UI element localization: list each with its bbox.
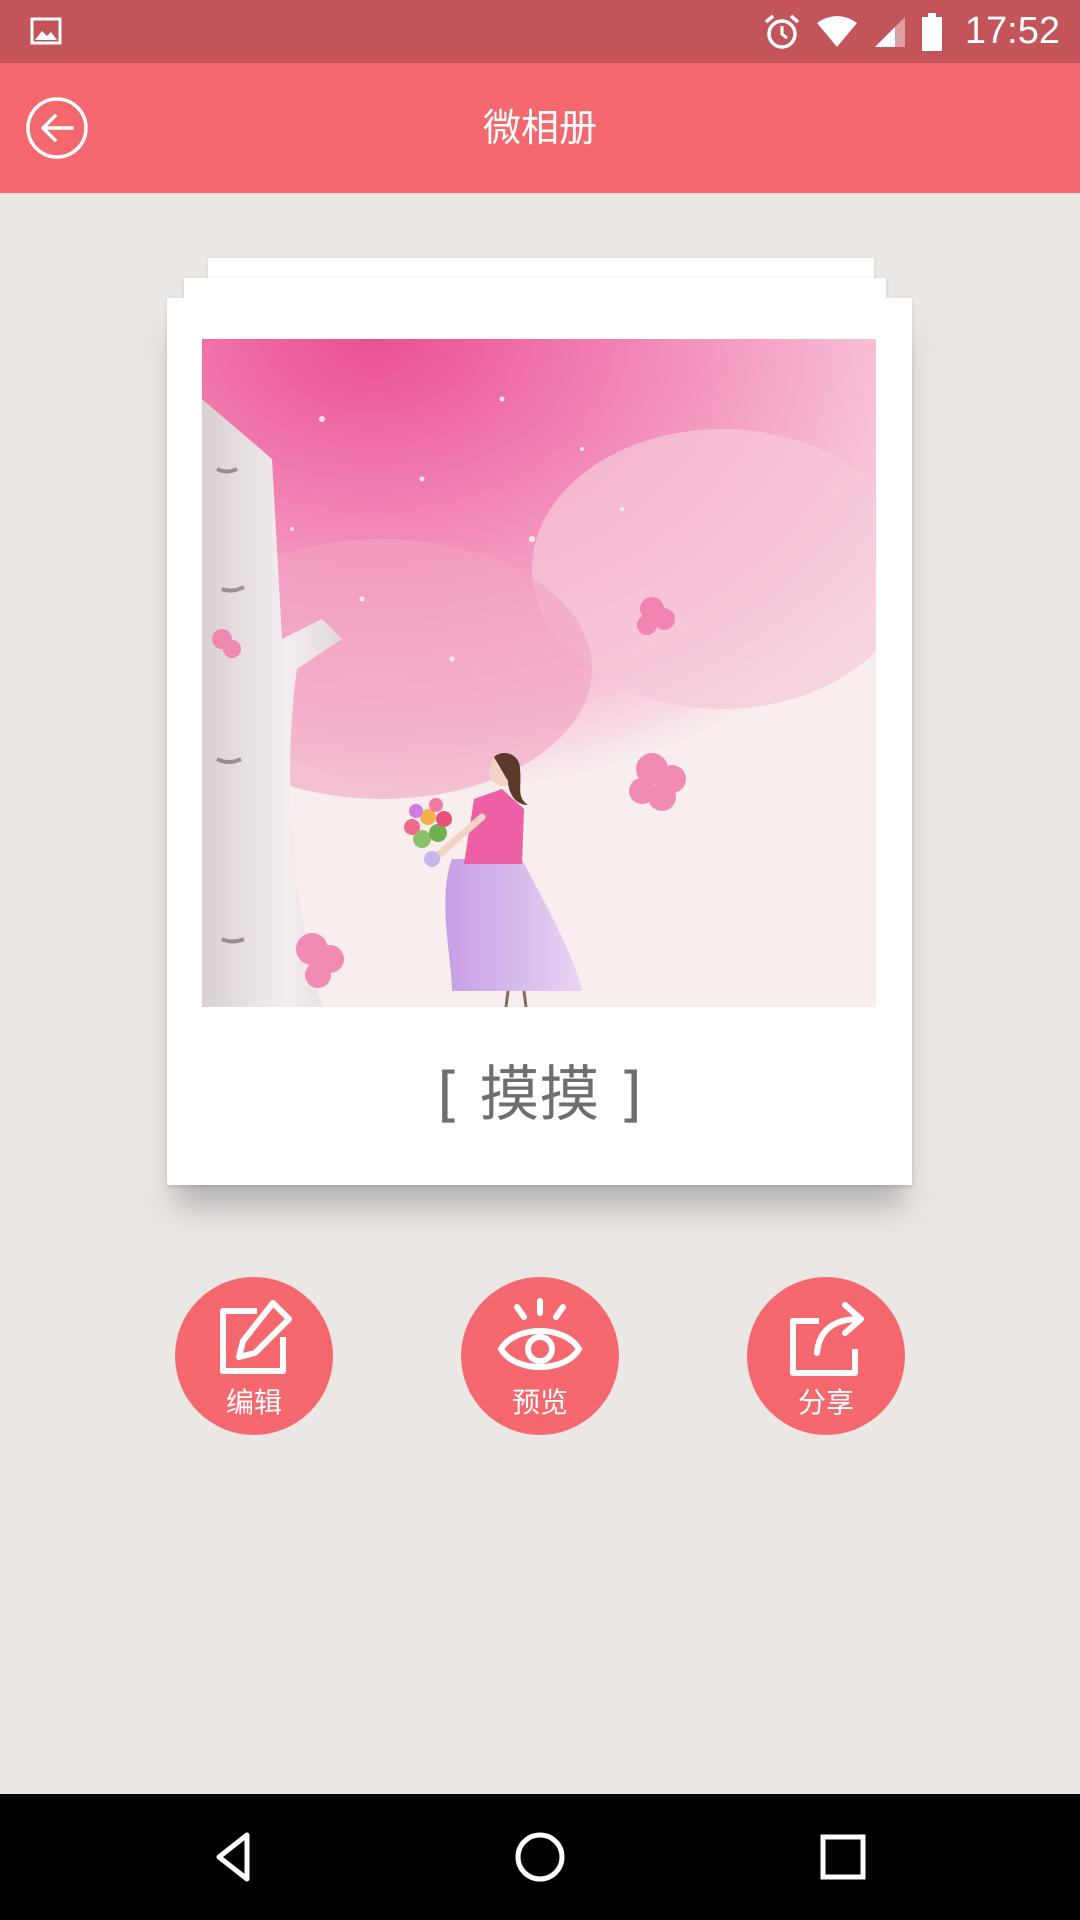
signal-icon xyxy=(874,16,905,47)
edit-icon xyxy=(220,1300,292,1374)
edit-label: 编辑 xyxy=(225,1386,282,1419)
navigation-bar xyxy=(0,1794,1080,1920)
alarm-icon xyxy=(764,14,800,49)
battery-icon xyxy=(921,12,942,51)
eye-icon xyxy=(497,1298,583,1370)
status-time: 17:52 xyxy=(964,10,1060,52)
preview-button[interactable]: 预览 xyxy=(461,1277,619,1435)
share-label: 分享 xyxy=(797,1386,854,1419)
nav-home-icon[interactable] xyxy=(510,1827,570,1887)
nav-back-icon[interactable] xyxy=(205,1827,265,1887)
wifi-icon xyxy=(816,15,857,47)
gallery-icon xyxy=(30,17,62,45)
share-icon xyxy=(790,1302,864,1376)
page-title: 微相册 xyxy=(482,106,597,150)
status-icons: 17:52 xyxy=(763,0,1060,63)
album-cover-image[interactable] xyxy=(202,339,876,1007)
album-card[interactable]: [ 摸摸 ] xyxy=(167,298,912,1185)
album-caption: [ 摸摸 ] xyxy=(437,1060,642,1130)
share-button[interactable]: 分享 xyxy=(747,1277,905,1435)
nav-recents-icon[interactable] xyxy=(813,1827,873,1887)
status-bar: 17:52 xyxy=(0,0,1080,63)
app-bar: 微相册 xyxy=(0,63,1080,193)
preview-label: 预览 xyxy=(511,1386,568,1419)
edit-button[interactable]: 编辑 xyxy=(175,1277,333,1435)
